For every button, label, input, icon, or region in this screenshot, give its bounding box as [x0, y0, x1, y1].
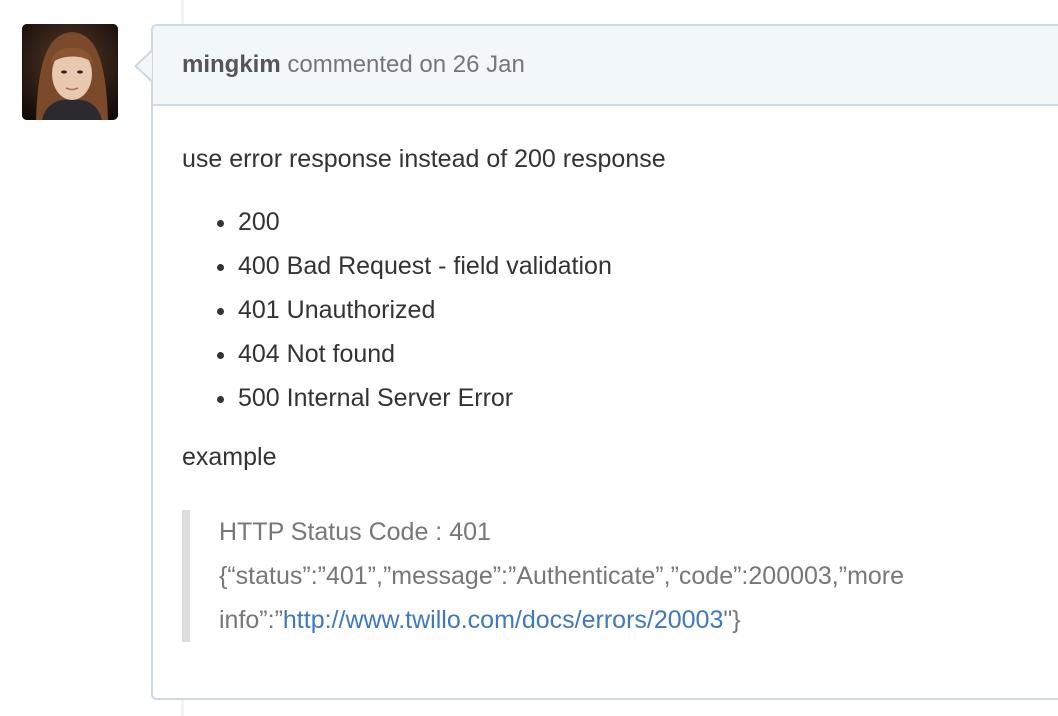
comment-pointer-fill — [137, 52, 152, 80]
comment-header: mingkim commented on 26 Jan — [153, 26, 1058, 106]
blockquote: HTTP Status Code : 401 {“status”:”401”,”… — [182, 510, 1052, 642]
example-label: example — [182, 443, 277, 471]
quote-info-suffix: "} — [723, 606, 741, 634]
quote-line-info: info”:”http://www.twillo.com/docs/errors… — [219, 598, 1052, 642]
status-code-list: 200 400 Bad Request - field validation 4… — [182, 200, 1052, 420]
author-link[interactable]: mingkim — [182, 51, 281, 78]
comment-date[interactable]: 26 Jan — [453, 51, 525, 78]
avatar-image — [22, 24, 118, 120]
comment-action: commented on — [287, 51, 447, 78]
docs-link[interactable]: http://www.twillo.com/docs/errors/20003 — [283, 606, 723, 634]
avatar[interactable] — [22, 24, 118, 120]
comment-meta: mingkim commented on 26 Jan — [182, 51, 525, 79]
list-item: 400 Bad Request - field validation — [238, 244, 1052, 288]
comment-body: use error response instead of 200 respon… — [182, 142, 1052, 642]
comment-box: mingkim commented on 26 Jan use error re… — [151, 24, 1058, 700]
quote-line-json: {“status”:”401”,”message”:”Authenticate”… — [219, 562, 905, 590]
list-item: 500 Internal Server Error — [238, 376, 1052, 420]
comment-intro: use error response instead of 200 respon… — [182, 145, 666, 173]
quote-line-status: HTTP Status Code : 401 — [219, 518, 491, 546]
quote-info-prefix: info”:” — [219, 606, 283, 634]
list-item: 200 — [238, 200, 1052, 244]
list-item: 404 Not found — [238, 332, 1052, 376]
list-item: 401 Unauthorized — [238, 288, 1052, 332]
